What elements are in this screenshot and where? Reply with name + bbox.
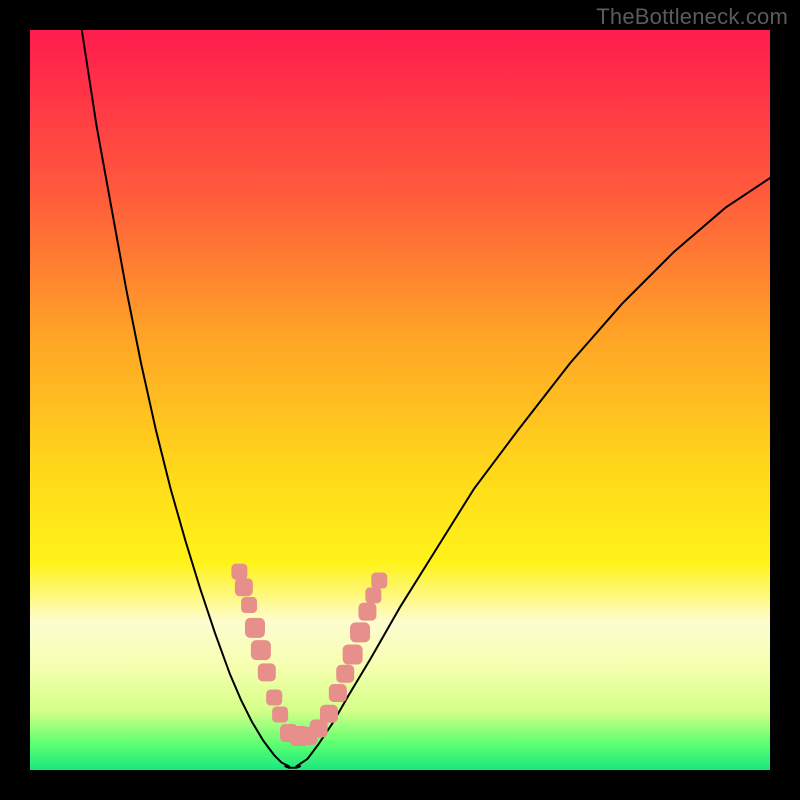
highlight-marker [320, 705, 338, 723]
highlight-marker [258, 663, 276, 681]
highlight-marker [235, 578, 253, 596]
highlight-marker [245, 618, 265, 638]
highlight-marker [272, 707, 288, 723]
highlight-marker [350, 622, 370, 642]
highlight-marker [365, 587, 381, 603]
plot-area [30, 30, 770, 770]
highlight-marker [329, 684, 347, 702]
highlight-marker [336, 665, 354, 683]
highlight-marker [371, 573, 387, 589]
highlight-marker [266, 689, 282, 705]
highlight-marker [343, 645, 363, 665]
highlight-marker [251, 640, 271, 660]
attribution-label: TheBottleneck.com [596, 4, 788, 30]
highlight-marker [358, 603, 376, 621]
marker-layer [30, 30, 770, 770]
highlight-marker [241, 597, 257, 613]
highlight-marker [231, 564, 247, 580]
chart-frame: TheBottleneck.com [0, 0, 800, 800]
